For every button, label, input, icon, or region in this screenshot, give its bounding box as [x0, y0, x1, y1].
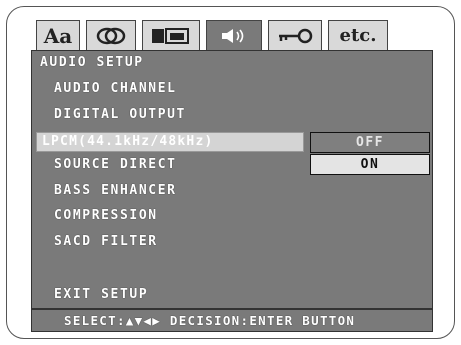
menu-item-source-direct[interactable]: SOURCE DIRECT — [54, 157, 177, 172]
speaker-icon — [222, 28, 244, 43]
picture-icon — [96, 27, 126, 44]
menu-item-audio-channel[interactable]: AUDIO CHANNEL — [54, 81, 177, 96]
tab-picture[interactable] — [86, 20, 136, 50]
menu-title: AUDIO SETUP — [40, 55, 144, 70]
display-icon — [152, 27, 189, 44]
status-divider — [32, 308, 432, 310]
menu-item-bass-enhancer[interactable]: BASS ENHANCER — [54, 183, 177, 198]
etc-icon: etc. — [339, 25, 377, 46]
tab-etc[interactable]: etc. — [328, 20, 388, 50]
option-on[interactable]: ON — [310, 154, 430, 175]
option-off[interactable]: OFF — [310, 132, 430, 153]
menu-item-compression[interactable]: COMPRESSION — [54, 208, 158, 223]
tab-display[interactable] — [142, 20, 200, 50]
language-icon: Aa — [43, 23, 73, 48]
menu-item-lpcm[interactable]: LPCM(44.1kHz/48kHz) — [42, 134, 214, 149]
exit-setup[interactable]: EXIT SETUP — [54, 287, 148, 302]
status-bar: SELECT:▲▼◀▶ DECISION:ENTER BUTTON — [64, 313, 356, 328]
key-icon — [279, 28, 313, 43]
menu-item-sacd-filter[interactable]: SACD FILTER — [54, 234, 158, 249]
tab-audio[interactable] — [206, 20, 262, 50]
menu-item-digital-output[interactable]: DIGITAL OUTPUT — [54, 107, 186, 122]
tab-lock[interactable] — [268, 20, 322, 50]
tab-language[interactable]: Aa — [36, 20, 80, 50]
